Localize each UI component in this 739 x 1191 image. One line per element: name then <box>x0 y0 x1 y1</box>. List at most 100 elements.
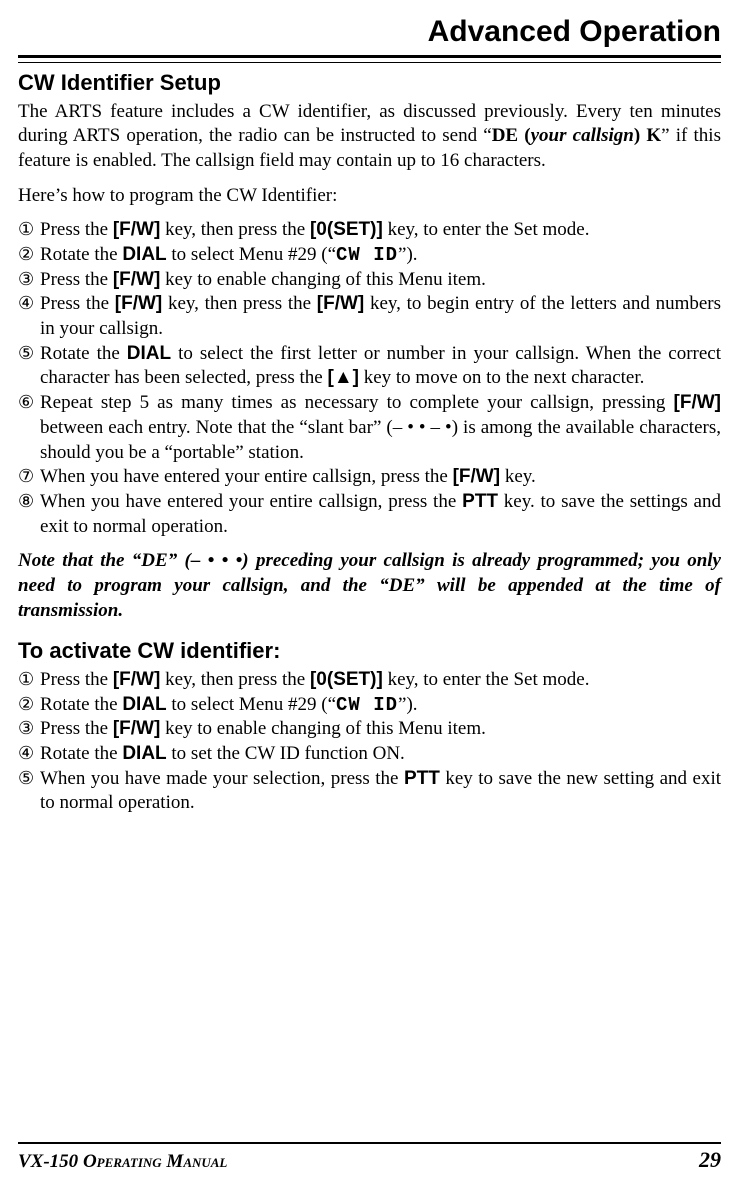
text-bold: DE ( <box>492 125 531 146</box>
key-label: [F/W] <box>453 466 500 487</box>
text: (– • • •) <box>185 550 249 571</box>
key-label: PTT <box>462 491 498 512</box>
text: key to enable changing of this Menu item… <box>160 718 486 739</box>
step-body: Press the [F/W] key to enable changing o… <box>40 268 721 293</box>
footer-manual: Operating Manual <box>83 1151 227 1172</box>
key-label: [▲] <box>328 367 359 388</box>
step-body: When you have entered your entire callsi… <box>40 490 721 539</box>
display-text: CW ID <box>336 694 398 716</box>
step-body: Press the [F/W] key, then press the [0(S… <box>40 218 721 243</box>
key-label: [0(SET)] <box>310 669 383 690</box>
step-body: Rotate the DIAL to select Menu #29 (“CW … <box>40 693 721 718</box>
text: Note that the “DE” <box>18 550 185 571</box>
header-rule-thin <box>18 62 721 63</box>
step-marker: ③ <box>18 268 40 291</box>
key-label: [F/W] <box>674 392 721 413</box>
key-label: [F/W] <box>113 718 160 739</box>
step-body: Press the [F/W] key, then press the [0(S… <box>40 668 721 693</box>
step-marker: ② <box>18 243 40 266</box>
text: key, then press the <box>162 293 317 314</box>
header-rule-thick <box>18 55 721 58</box>
section1-para1: The ARTS feature includes a CW identifie… <box>18 100 721 174</box>
section1-note: Note that the “DE” (– • • •) preceding y… <box>18 549 721 623</box>
list-item: ③ Press the [F/W] key to enable changing… <box>18 717 721 742</box>
page-footer: VX-150 Operating Manual 29 <box>18 1142 721 1175</box>
text: Press the <box>40 293 115 314</box>
text: Press the <box>40 219 113 240</box>
list-item: ③ Press the [F/W] key to enable changing… <box>18 268 721 293</box>
step-body: Rotate the DIAL to select the first lett… <box>40 342 721 391</box>
footer-page-number: 29 <box>699 1146 721 1175</box>
list-item: ④ Press the [F/W] key, then press the [F… <box>18 292 721 341</box>
text: When you have entered your entire callsi… <box>40 466 453 487</box>
step-marker: ⑤ <box>18 767 40 790</box>
list-item: ④ Rotate the DIAL to set the CW ID funct… <box>18 742 721 767</box>
text: Press the <box>40 718 113 739</box>
page-header-title: Advanced Operation <box>18 12 721 51</box>
key-label: DIAL <box>127 343 171 364</box>
text: key, then press the <box>160 669 310 690</box>
key-label: DIAL <box>122 244 166 265</box>
step-body: Rotate the DIAL to select Menu #29 (“CW … <box>40 243 721 268</box>
list-item: ⑥ Repeat step 5 as many times as necessa… <box>18 391 721 465</box>
list-item: ② Rotate the DIAL to select Menu #29 (“C… <box>18 693 721 718</box>
section1-para2: Here’s how to program the CW Identifier: <box>18 184 721 209</box>
text: Rotate the <box>40 743 122 764</box>
step-body: Press the [F/W] key to enable changing o… <box>40 717 721 742</box>
step-body: Rotate the DIAL to set the CW ID functio… <box>40 742 721 767</box>
text: Rotate the <box>40 694 122 715</box>
footer-model: VX-150 <box>18 1151 83 1172</box>
step-marker: ① <box>18 668 40 691</box>
key-label: DIAL <box>122 743 166 764</box>
text: key to move on to the next character. <box>359 367 644 388</box>
text: Repeat step 5 as many times as necessary… <box>40 392 674 413</box>
list-item: ② Rotate the DIAL to select Menu #29 (“C… <box>18 243 721 268</box>
step-marker: ⑥ <box>18 391 40 414</box>
text: key, to enter the Set mode. <box>383 669 590 690</box>
key-label: [F/W] <box>113 269 160 290</box>
key-label: [0(SET)] <box>310 219 383 240</box>
step-marker: ⑤ <box>18 342 40 365</box>
key-label: [F/W] <box>113 669 160 690</box>
key-label: [F/W] <box>115 293 162 314</box>
list-item: ⑦ When you have entered your entire call… <box>18 465 721 490</box>
section2-heading: To activate CW identifier: <box>18 637 721 666</box>
section1-heading: CW Identifier Setup <box>18 69 721 98</box>
text: Rotate the <box>40 244 122 265</box>
text: to set the CW ID function ON. <box>167 743 405 764</box>
text: to select Menu #29 (“ <box>167 244 336 265</box>
text: to select Menu #29 (“ <box>167 694 336 715</box>
footer-row: VX-150 Operating Manual 29 <box>18 1146 721 1175</box>
step-body: Repeat step 5 as many times as necessary… <box>40 391 721 465</box>
text-bold: ) K <box>634 125 661 146</box>
footer-rule <box>18 1142 721 1144</box>
key-label: DIAL <box>122 694 166 715</box>
text: key to enable changing of this Menu item… <box>160 269 486 290</box>
list-item: ① Press the [F/W] key, then press the [0… <box>18 218 721 243</box>
step-marker: ③ <box>18 717 40 740</box>
text: Press the <box>40 269 113 290</box>
list-item: ⑤ Rotate the DIAL to select the first le… <box>18 342 721 391</box>
text: key, to enter the Set mode. <box>383 219 590 240</box>
step-body: Press the [F/W] key, then press the [F/W… <box>40 292 721 341</box>
list-item: ⑤ When you have made your selection, pre… <box>18 767 721 816</box>
list-item: ⑧ When you have entered your entire call… <box>18 490 721 539</box>
display-text: CW ID <box>336 244 398 266</box>
step-marker: ④ <box>18 742 40 765</box>
footer-left: VX-150 Operating Manual <box>18 1150 227 1175</box>
step-marker: ② <box>18 693 40 716</box>
step-marker: ⑧ <box>18 490 40 513</box>
text: key. <box>500 466 536 487</box>
key-label: [F/W] <box>317 293 364 314</box>
step-body: When you have entered your entire callsi… <box>40 465 721 490</box>
section1-steps: ① Press the [F/W] key, then press the [0… <box>18 218 721 539</box>
text: When you have entered your entire callsi… <box>40 491 462 512</box>
key-label: [F/W] <box>113 219 160 240</box>
list-item: ① Press the [F/W] key, then press the [0… <box>18 668 721 693</box>
step-marker: ⑦ <box>18 465 40 488</box>
text: When you have made your selection, press… <box>40 768 404 789</box>
step-body: When you have made your selection, press… <box>40 767 721 816</box>
text: ”). <box>398 694 418 715</box>
text: Rotate the <box>40 343 127 364</box>
text-bold-italic: your callsign <box>531 125 634 146</box>
